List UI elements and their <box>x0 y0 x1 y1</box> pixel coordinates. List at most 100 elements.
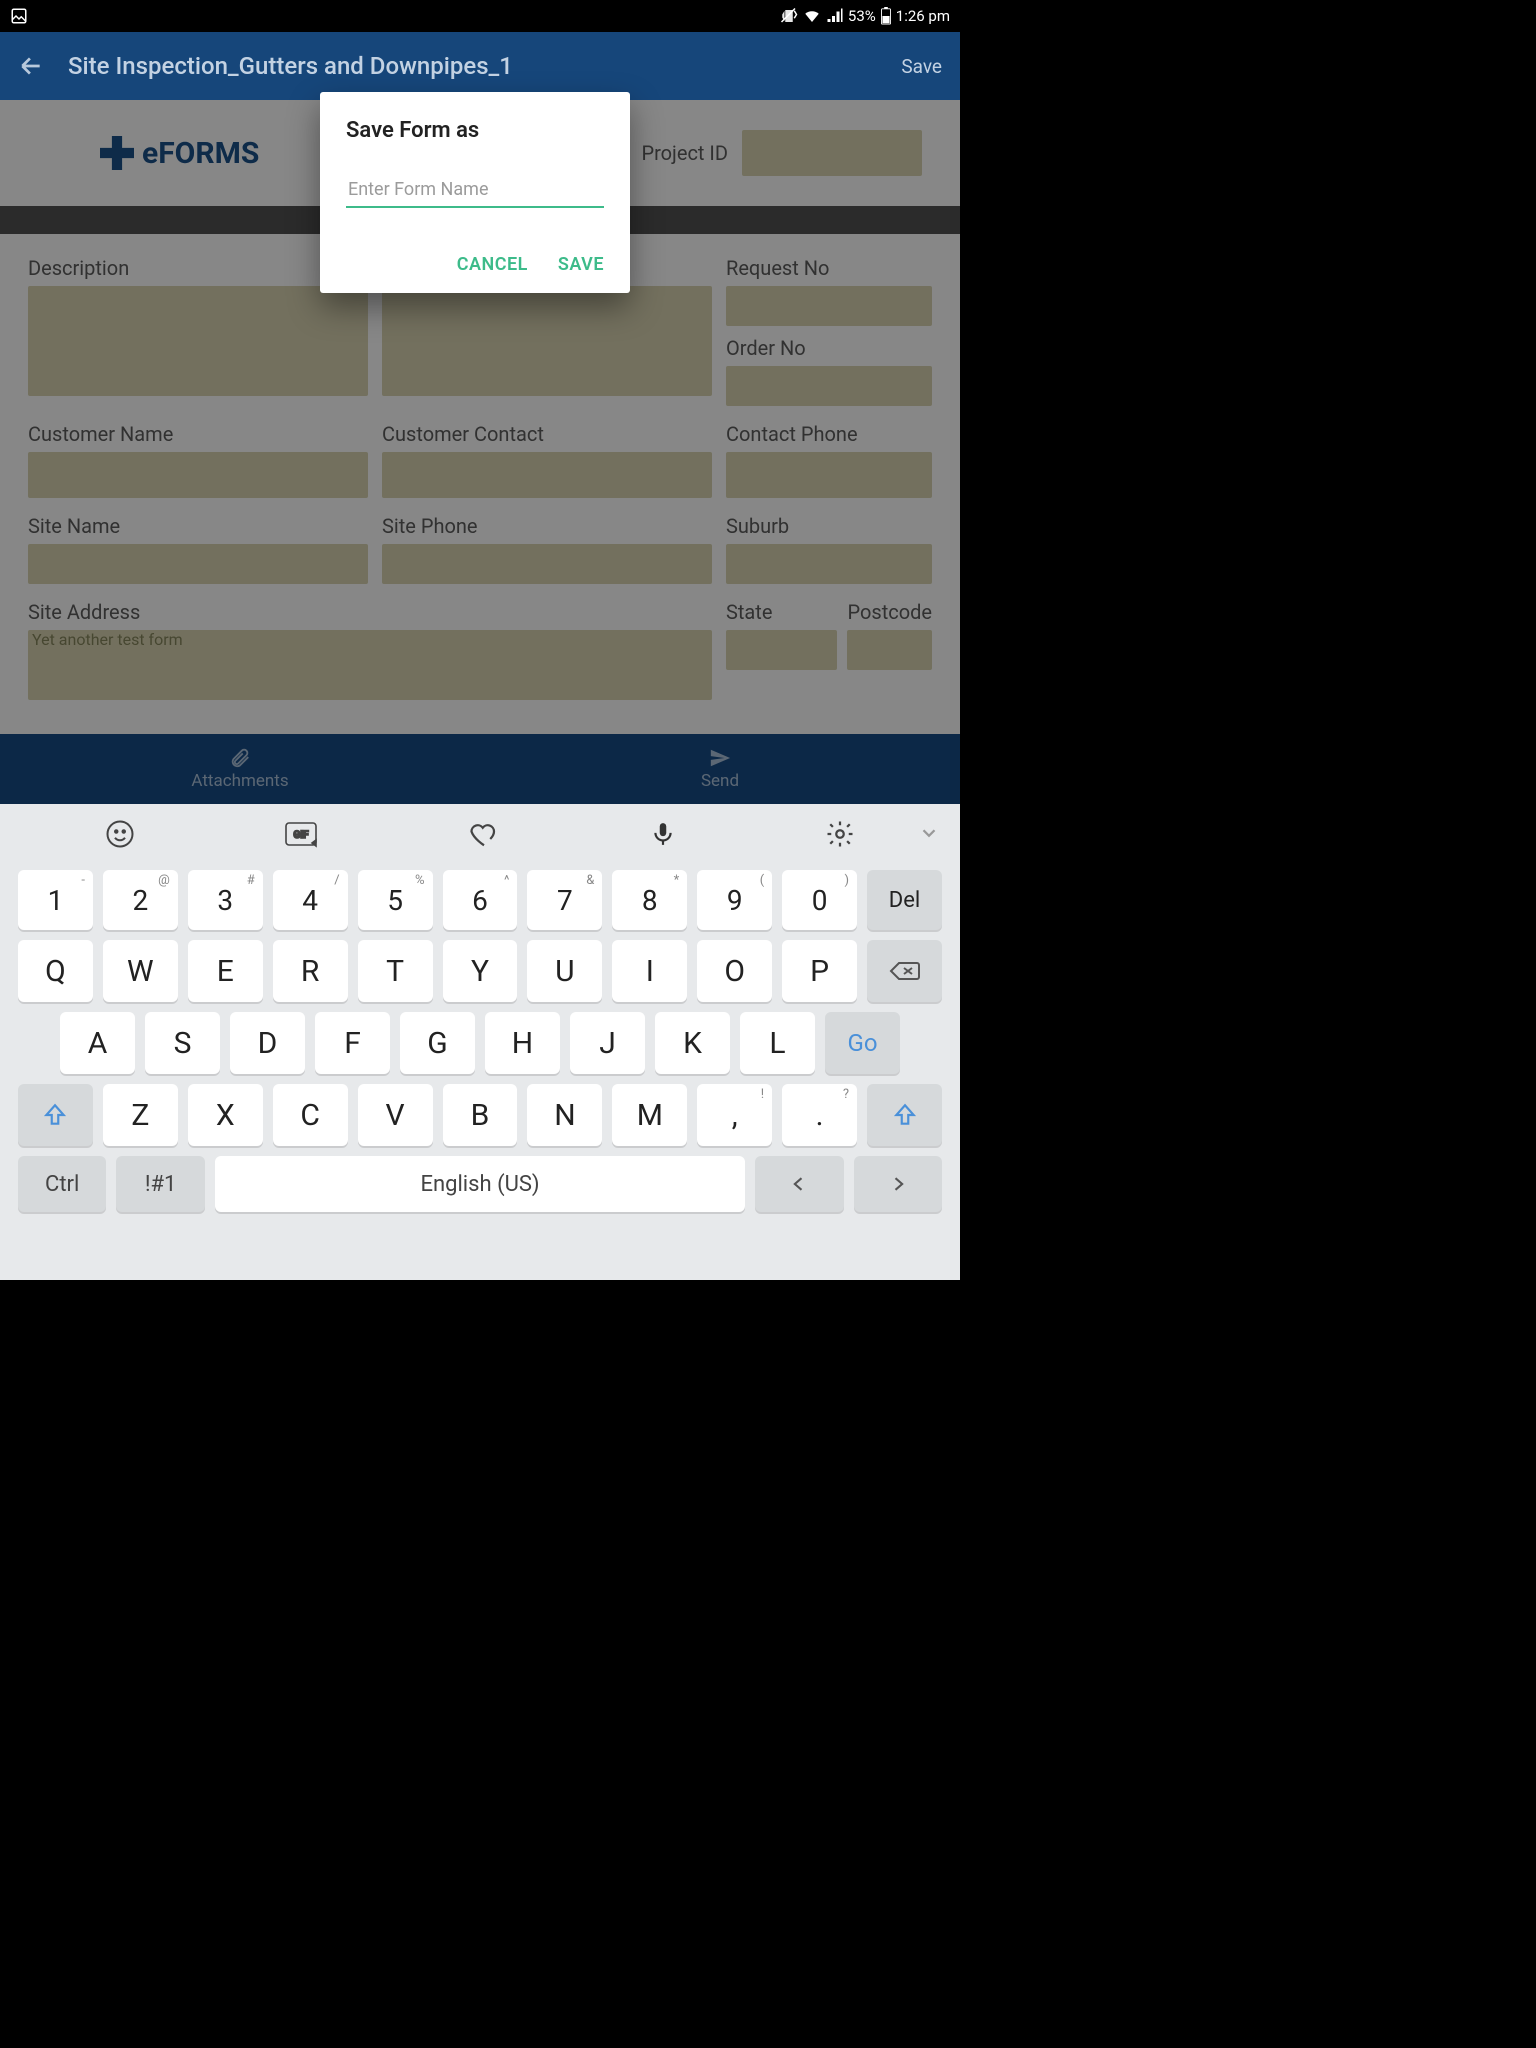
key-X[interactable]: X <box>188 1084 263 1146</box>
key-shift-right[interactable] <box>867 1084 942 1146</box>
key-comma[interactable]: ,! <box>697 1084 772 1146</box>
customer-name-label: Customer Name <box>28 422 368 446</box>
back-icon[interactable] <box>18 53 44 79</box>
key-U[interactable]: U <box>527 940 602 1002</box>
key-3[interactable]: 3# <box>188 870 263 930</box>
site-phone-field[interactable] <box>382 544 712 584</box>
keyboard-row-3: ASDFGHJKLGo <box>18 1012 942 1074</box>
key-backspace[interactable] <box>867 940 942 1002</box>
app-bar: Site Inspection_Gutters and Downpipes_1 … <box>0 32 960 100</box>
key-Z[interactable]: Z <box>103 1084 178 1146</box>
key-I[interactable]: I <box>612 940 687 1002</box>
customer-name-field[interactable] <box>28 452 368 498</box>
key-A[interactable]: A <box>60 1012 135 1074</box>
site-phone-label: Site Phone <box>382 514 712 538</box>
heart-icon[interactable] <box>467 819 501 849</box>
gif-icon[interactable]: GIF <box>284 819 318 849</box>
key-period[interactable]: .? <box>782 1084 857 1146</box>
order-no-label: Order No <box>726 336 932 360</box>
suburb-field[interactable] <box>726 544 932 584</box>
key-L[interactable]: L <box>740 1012 815 1074</box>
description-field[interactable] <box>28 286 368 396</box>
key-P[interactable]: P <box>782 940 857 1002</box>
key-del[interactable]: Del <box>867 870 942 930</box>
postcode-field[interactable] <box>847 630 932 670</box>
battery-icon <box>880 7 892 25</box>
key-O[interactable]: O <box>697 940 772 1002</box>
key-N[interactable]: N <box>527 1084 602 1146</box>
key-left[interactable] <box>755 1156 843 1212</box>
site-name-field[interactable] <box>28 544 368 584</box>
key-0[interactable]: 0) <box>782 870 857 930</box>
key-F[interactable]: F <box>315 1012 390 1074</box>
request-no-label: Request No <box>726 256 932 280</box>
site-name-label: Site Name <box>28 514 368 538</box>
form-name-input[interactable] <box>346 173 604 208</box>
send-label: Send <box>701 771 739 791</box>
key-shift-left[interactable] <box>18 1084 93 1146</box>
clock-time: 1:26 pm <box>896 7 950 25</box>
key-T[interactable]: T <box>358 940 433 1002</box>
secondary-field[interactable] <box>382 286 712 396</box>
key-D[interactable]: D <box>230 1012 305 1074</box>
key-1[interactable]: 1‑ <box>18 870 93 930</box>
contact-phone-field[interactable] <box>726 452 932 498</box>
page-title: Site Inspection_Gutters and Downpipes_1 <box>68 52 901 80</box>
send-button[interactable]: Send <box>480 734 960 804</box>
cancel-button[interactable]: CANCEL <box>457 254 528 275</box>
key-Q[interactable]: Q <box>18 940 93 1002</box>
dialog-save-button[interactable]: SAVE <box>558 254 604 275</box>
state-field[interactable] <box>726 630 837 670</box>
attachments-button[interactable]: Attachments <box>0 734 480 804</box>
key-B[interactable]: B <box>443 1084 518 1146</box>
keyboard-row-4: ZXCVBNM,!.? <box>18 1084 942 1146</box>
key-C[interactable]: C <box>273 1084 348 1146</box>
key-J[interactable]: J <box>570 1012 645 1074</box>
key-V[interactable]: V <box>358 1084 433 1146</box>
key-5[interactable]: 5% <box>358 870 433 930</box>
key-space[interactable]: English (US) <box>215 1156 745 1212</box>
key-R[interactable]: R <box>273 940 348 1002</box>
key-go[interactable]: Go <box>825 1012 900 1074</box>
emoji-icon[interactable] <box>105 819 135 849</box>
keyboard-row-1: 1‑2@3#4/5%6^7&8*9(0)Del <box>18 870 942 930</box>
key-8[interactable]: 8* <box>612 870 687 930</box>
suburb-label: Suburb <box>726 514 932 538</box>
send-icon <box>709 747 731 769</box>
customer-contact-label: Customer Contact <box>382 422 712 446</box>
key-M[interactable]: M <box>612 1084 687 1146</box>
key-E[interactable]: E <box>188 940 263 1002</box>
request-no-field[interactable] <box>726 286 932 326</box>
key-ctrl[interactable]: Ctrl <box>18 1156 106 1212</box>
key-9[interactable]: 9( <box>697 870 772 930</box>
svg-text:GIF: GIF <box>293 830 309 841</box>
key-G[interactable]: G <box>400 1012 475 1074</box>
battery-percent: 53% <box>848 7 876 25</box>
project-id-field[interactable] <box>742 130 922 176</box>
key-Y[interactable]: Y <box>443 940 518 1002</box>
key-H[interactable]: H <box>485 1012 560 1074</box>
key-symbols[interactable]: !#1 <box>116 1156 204 1212</box>
contact-phone-label: Contact Phone <box>726 422 932 446</box>
gear-icon[interactable] <box>825 819 855 849</box>
picture-icon <box>10 7 28 25</box>
mic-icon[interactable] <box>650 818 676 850</box>
site-address-label: Site Address <box>28 600 712 624</box>
soft-keyboard: GIF 1‑2@3#4/5%6^7&8*9(0)Del QWERTYUIOP A… <box>0 804 960 1280</box>
customer-contact-field[interactable] <box>382 452 712 498</box>
save-button[interactable]: Save <box>901 55 942 78</box>
key-S[interactable]: S <box>145 1012 220 1074</box>
keyboard-row-2: QWERTYUIOP <box>18 940 942 1002</box>
key-2[interactable]: 2@ <box>103 870 178 930</box>
site-address-value: Yet another test form <box>32 630 183 649</box>
bottom-action-bar: Attachments Send <box>0 734 960 804</box>
order-no-field[interactable] <box>726 366 932 406</box>
key-W[interactable]: W <box>103 940 178 1002</box>
key-right[interactable] <box>854 1156 942 1212</box>
key-K[interactable]: K <box>655 1012 730 1074</box>
key-6[interactable]: 6^ <box>443 870 518 930</box>
key-7[interactable]: 7& <box>527 870 602 930</box>
key-4[interactable]: 4/ <box>273 870 348 930</box>
signal-icon <box>826 7 844 25</box>
chevron-down-icon[interactable] <box>918 822 940 844</box>
